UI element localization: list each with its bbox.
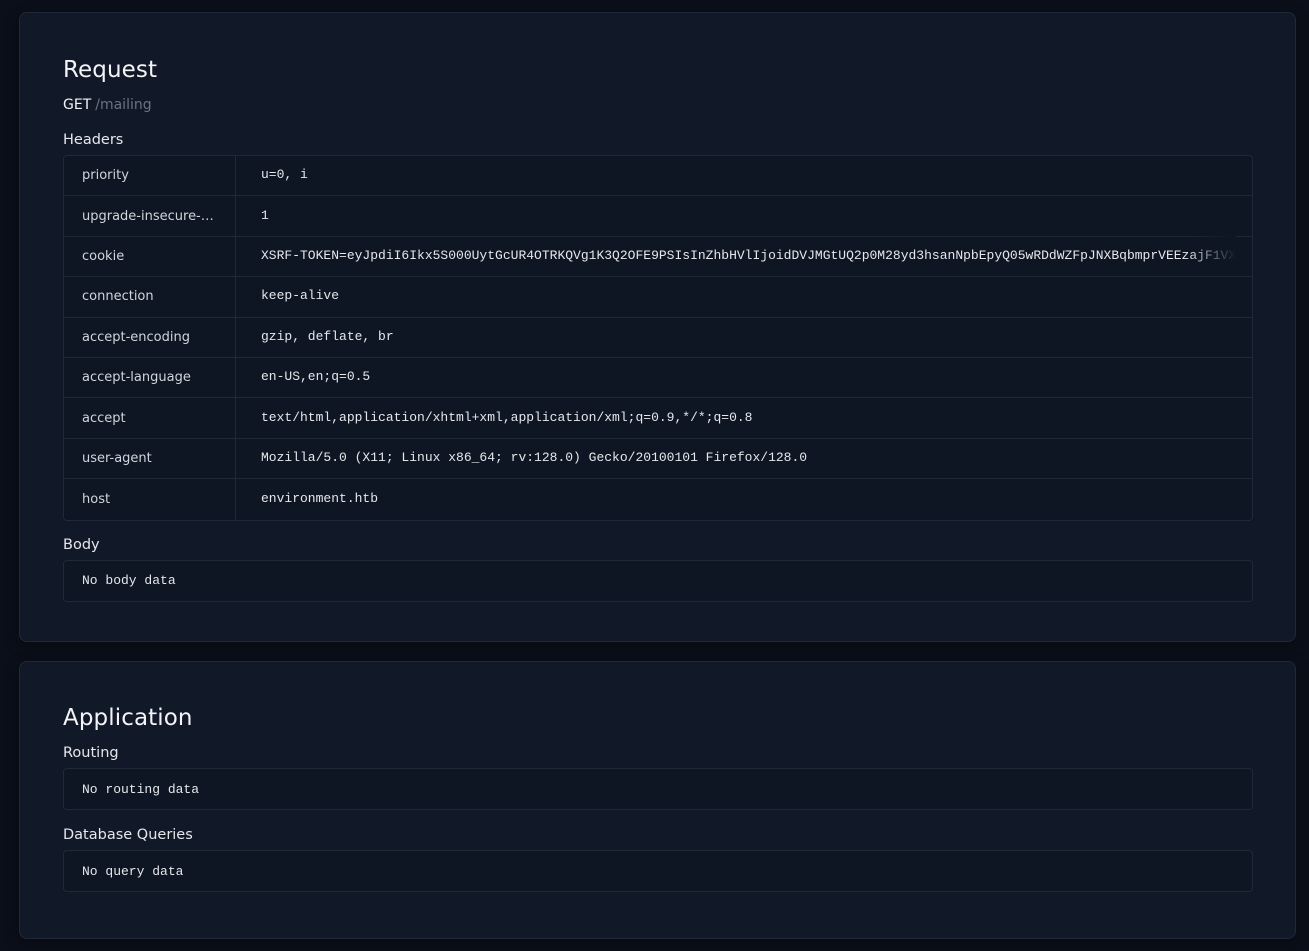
header-row-accept-language: accept-language en-US,en;q=0.5 bbox=[64, 357, 1252, 399]
header-row-priority: priority u=0, i bbox=[64, 156, 1252, 197]
queries-value-box: No query data bbox=[63, 850, 1253, 892]
header-row-connection: connection keep-alive bbox=[64, 277, 1252, 318]
body-value-box: No body data bbox=[63, 559, 1253, 602]
request-line: GET/mailing bbox=[63, 95, 1254, 115]
header-value: XSRF-TOKEN=eyJpdiI6Ikx5S000UytGcUR4OTRKQ… bbox=[261, 247, 1236, 263]
routing-value-box: No routing data bbox=[63, 768, 1253, 810]
header-key: accept-language bbox=[82, 370, 191, 386]
header-value: u=0, i bbox=[261, 167, 308, 183]
queries-value: No query data bbox=[82, 863, 184, 879]
request-title: Request bbox=[63, 57, 158, 83]
queries-title: Database Queries bbox=[63, 827, 193, 843]
header-row-upgrade-insecure-requests: upgrade-insecure-re... 1 bbox=[64, 196, 1252, 237]
header-value: text/html,application/xhtml+xml,applicat… bbox=[261, 409, 753, 425]
header-row-host: host environment.htb bbox=[64, 479, 1252, 520]
routing-value: No routing data bbox=[82, 781, 200, 797]
header-row-accept: accept text/html,application/xhtml+xml,a… bbox=[64, 398, 1252, 439]
header-value: keep-alive bbox=[261, 288, 340, 304]
application-title: Application bbox=[63, 705, 193, 731]
body-title: Body bbox=[63, 536, 100, 553]
header-row-user-agent: user-agent Mozilla/5.0 (X11; Linux x86_6… bbox=[64, 438, 1252, 480]
headers-table: priority u=0, i upgrade-insecure-re... 1… bbox=[63, 155, 1253, 521]
header-value: Mozilla/5.0 (X11; Linux x86_64; rv:128.0… bbox=[261, 449, 808, 465]
application-card-content: Application Routing No routing data Data… bbox=[63, 703, 1254, 892]
header-key: accept bbox=[82, 410, 126, 426]
header-row-accept-encoding: accept-encoding gzip, deflate, br bbox=[64, 317, 1252, 358]
body-value: No body data bbox=[82, 573, 176, 589]
routing-title: Routing bbox=[63, 745, 119, 761]
header-key: connection bbox=[82, 289, 154, 305]
request-path: /mailing bbox=[95, 97, 152, 113]
header-value: environment.htb bbox=[261, 490, 379, 506]
request-card-content: Request GET/mailing Headers priority u=0… bbox=[63, 55, 1254, 602]
request-card: Request GET/mailing Headers priority u=0… bbox=[19, 12, 1296, 642]
header-key: host bbox=[82, 491, 111, 507]
application-card: Application Routing No routing data Data… bbox=[19, 661, 1296, 939]
request-method: GET bbox=[63, 97, 92, 113]
header-key: upgrade-insecure-re... bbox=[82, 208, 214, 224]
header-value: gzip, deflate, br bbox=[261, 328, 394, 344]
header-key: user-agent bbox=[82, 450, 152, 466]
header-key: accept-encoding bbox=[82, 329, 190, 345]
header-value: 1 bbox=[261, 207, 269, 223]
header-key: priority bbox=[82, 168, 129, 184]
header-value: en-US,en;q=0.5 bbox=[261, 369, 371, 385]
header-row-cookie: cookie XSRF-TOKEN=eyJpdiI6Ikx5S000UytGcU… bbox=[64, 234, 1252, 278]
headers-title: Headers bbox=[63, 132, 124, 148]
header-key: cookie bbox=[82, 248, 125, 264]
